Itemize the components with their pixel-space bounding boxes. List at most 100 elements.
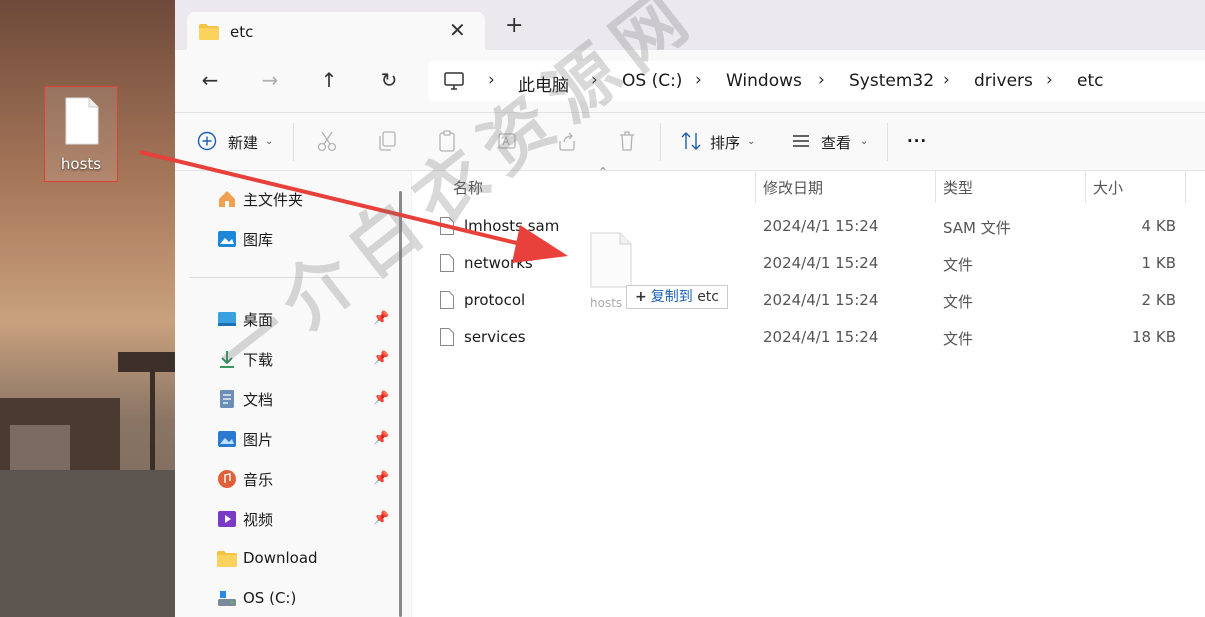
paste-icon[interactable] (437, 129, 457, 153)
sidebar-item-label: 主文件夹 (243, 191, 304, 209)
delete-icon[interactable] (617, 129, 637, 153)
chevron-right-icon: › (695, 70, 702, 90)
up-icon[interactable]: ↑ (315, 68, 343, 92)
sidebar-divider (189, 277, 380, 278)
pin-icon: 📌 (373, 511, 390, 526)
drag-tooltip: + 复制到 etc (626, 285, 728, 309)
sort-button[interactable]: 排序 (710, 132, 740, 153)
sidebar-item-label: 视频 (243, 511, 274, 529)
sidebar-scrollbar[interactable] (399, 191, 402, 617)
gallery-icon (218, 231, 236, 247)
file-size: 18 KB (1132, 328, 1176, 346)
column-header-modified[interactable]: 修改日期 (763, 177, 823, 198)
table-row[interactable]: networks 2024/4/1 15:24 文件 1 KB (412, 246, 1205, 280)
chevron-down-icon[interactable]: ⌄ (860, 136, 868, 147)
toolbar-divider (660, 123, 661, 161)
pin-icon: 📌 (373, 471, 390, 486)
table-row[interactable]: services 2024/4/1 15:24 文件 18 KB (412, 320, 1205, 354)
tab-title: etc (230, 23, 254, 41)
drag-ghost-label: hosts (590, 296, 623, 310)
pin-icon: 📌 (373, 391, 390, 406)
chevron-right-icon: › (488, 70, 495, 90)
chevron-right-icon: › (1046, 70, 1053, 90)
column-divider[interactable] (1085, 171, 1086, 203)
breadcrumb-system32[interactable]: System32 (849, 71, 934, 91)
sort-icon[interactable] (680, 129, 702, 153)
desktop-icon-label: hosts (60, 155, 102, 173)
desktop-hosts-file[interactable]: hosts (44, 86, 118, 182)
tab-etc[interactable]: etc ✕ (187, 12, 485, 50)
sidebar-item-label: 文档 (243, 391, 274, 409)
chevron-down-icon[interactable]: ⌄ (747, 136, 755, 147)
tab-bar: etc ✕ + (175, 0, 1205, 50)
toolbar-divider (293, 123, 294, 161)
folder-icon (199, 24, 219, 40)
add-icon[interactable] (197, 129, 217, 153)
document-icon (220, 390, 234, 408)
column-divider[interactable] (1185, 171, 1186, 203)
column-header-size[interactable]: 大小 (1093, 177, 1123, 198)
share-icon[interactable] (557, 129, 577, 153)
file-size: 4 KB (1141, 217, 1176, 235)
drag-ghost-file-icon (590, 232, 632, 288)
sidebar-item-label: 音乐 (243, 471, 274, 489)
table-row[interactable]: protocol 2024/4/1 15:24 文件 2 KB (412, 283, 1205, 317)
tooltip-action: 复制到 (650, 289, 693, 305)
file-modified: 2024/4/1 15:24 (763, 217, 879, 235)
sort-ascending-icon: ⌃ (598, 165, 609, 179)
file-icon (440, 291, 454, 309)
sidebar-item-label: 图片 (243, 431, 274, 449)
view-icon[interactable] (791, 129, 811, 153)
sidebar-item-label: Download (243, 549, 318, 567)
column-divider[interactable] (935, 171, 936, 203)
chevron-right-icon: › (818, 70, 825, 90)
view-button[interactable]: 查看 (821, 132, 851, 153)
cut-icon[interactable] (317, 129, 337, 153)
copy-icon[interactable] (377, 129, 397, 153)
breadcrumb-this-pc[interactable]: 此电脑 (518, 71, 569, 96)
file-icon (440, 254, 454, 272)
new-tab-button[interactable]: + (505, 15, 523, 37)
file-type: SAM 文件 (943, 219, 1011, 237)
file-list: ⌃ 名称 修改日期 类型 大小 lmhosts.sam 2024/4/1 15:… (412, 165, 1205, 617)
command-bar: 新建 ⌄ 排序 ⌄ 查看 ⌄ ··· (175, 113, 1205, 171)
file-modified: 2024/4/1 15:24 (763, 328, 879, 346)
breadcrumb-drivers[interactable]: drivers (974, 71, 1033, 91)
sidebar-item-label: 下载 (243, 351, 274, 369)
sidebar-item-label: OS (C:) (243, 589, 297, 607)
close-tab-icon[interactable]: ✕ (449, 18, 466, 42)
column-divider[interactable] (755, 171, 756, 203)
file-modified: 2024/4/1 15:24 (763, 254, 879, 272)
breadcrumb-os-c[interactable]: OS (C:) (622, 71, 682, 91)
navigation-pane: 主文件夹 图库 桌面 📌 下载 📌 文档 📌 图片 📌 音乐 📌 视频 📌 Do… (175, 171, 411, 617)
file-type: 文件 (943, 256, 974, 274)
table-row[interactable]: lmhosts.sam 2024/4/1 15:24 SAM 文件 4 KB (412, 209, 1205, 243)
forward-icon[interactable]: → (256, 68, 284, 92)
address-bar[interactable]: › 此电脑 › OS (C:) › Windows › System32 › d… (428, 61, 1205, 101)
file-size: 1 KB (1141, 254, 1176, 272)
file-name: protocol (464, 291, 526, 309)
breadcrumb-windows[interactable]: Windows (726, 71, 802, 91)
rename-icon[interactable] (497, 129, 517, 153)
download-icon (220, 351, 234, 368)
refresh-icon[interactable]: ↻ (375, 68, 403, 92)
breadcrumb-etc[interactable]: etc (1077, 71, 1103, 91)
chevron-down-icon[interactable]: ⌄ (265, 136, 273, 147)
navigation-bar: ← → ↑ ↻ › 此电脑 › OS (C:) › Windows › Syst… (175, 50, 1205, 113)
plus-icon: + (635, 289, 647, 305)
back-icon[interactable]: ← (196, 68, 224, 92)
chevron-right-icon: › (591, 70, 598, 90)
file-icon (65, 97, 99, 145)
pictures-icon (218, 431, 236, 447)
desktop-pole (150, 370, 155, 470)
file-modified: 2024/4/1 15:24 (763, 291, 879, 309)
tooltip-target: etc (697, 289, 719, 305)
more-options-icon[interactable]: ··· (907, 132, 927, 150)
file-icon (440, 328, 454, 346)
desktop-building-wall (10, 425, 70, 470)
pin-icon: 📌 (373, 351, 390, 366)
column-header-name[interactable]: 名称 (453, 177, 483, 198)
new-button[interactable]: 新建 (228, 132, 258, 153)
column-header-type[interactable]: 类型 (943, 177, 973, 198)
file-name: lmhosts.sam (464, 217, 560, 235)
